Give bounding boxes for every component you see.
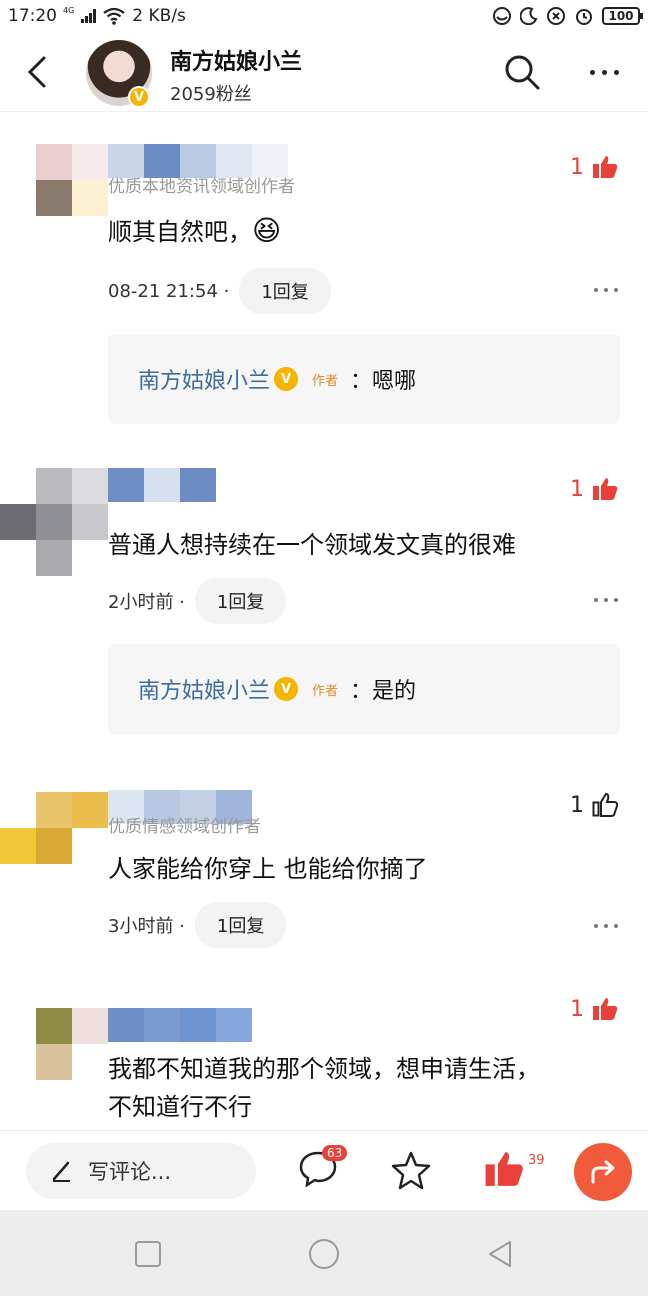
write-comment-placeholder: 写评论... [88, 1160, 172, 1184]
eye-comfort-icon [493, 7, 511, 25]
alarm-icon [576, 9, 592, 25]
recent-apps-icon[interactable] [132, 1238, 164, 1270]
back-nav-icon[interactable] [484, 1238, 516, 1270]
reply-author-name[interactable]: 南方姑娘小兰 [138, 673, 270, 705]
verified-badge-icon: V [128, 86, 150, 108]
comment-meta: 08-21 21:54 · 1回复 [108, 268, 331, 314]
share-icon [591, 1160, 615, 1184]
comment-text: 我都不知道我的那个领域，想申请生活， 不知道行不行 [108, 1055, 540, 1121]
write-comment-input[interactable]: 写评论... [26, 1143, 256, 1199]
share-button[interactable] [574, 1143, 632, 1201]
reply-author-name[interactable]: 南方姑娘小兰 [138, 363, 270, 395]
like-button[interactable]: 1 [570, 154, 618, 180]
comment-more-icon[interactable] [594, 288, 618, 292]
verified-badge-icon: V [274, 367, 299, 391]
comment-button[interactable]: 63 [298, 1145, 348, 1193]
verified-badge-icon: V [274, 677, 299, 701]
commenter-title: 优质情感领域创作者 [108, 817, 261, 837]
comment-time: 2小时前 · [108, 592, 185, 613]
comment-more-icon[interactable] [594, 598, 618, 602]
back-icon[interactable] [20, 54, 56, 90]
star-icon [391, 1151, 431, 1190]
reply-text: ：嗯哪 [350, 369, 417, 394]
like-article-button[interactable]: 39 [484, 1149, 545, 1193]
like-count: 1 [570, 792, 584, 818]
moon-icon [520, 7, 538, 25]
reply-count-button[interactable]: 1回复 [194, 902, 287, 948]
like-count: 1 [570, 476, 584, 502]
reply-count-button[interactable]: 1回复 [194, 578, 287, 624]
commenter-avatar[interactable] [0, 1008, 108, 1080]
commenter-name[interactable] [108, 468, 216, 502]
network-tag: 4G [63, 6, 75, 15]
comment-item: 优质本地资讯领域创作者 1 顺其自然吧，😆 08-21 21:54 · 1回复 … [0, 112, 648, 432]
search-icon[interactable] [502, 52, 542, 92]
comment-text: 顺其自然吧，😆 [108, 214, 282, 247]
reply-text: ：是的 [350, 679, 417, 704]
network-speed: 2 KB/s [132, 6, 186, 26]
home-icon[interactable] [308, 1238, 340, 1270]
status-bar: 17:20 4G 2 KB/s 100 [0, 0, 648, 32]
status-time: 17:20 [8, 6, 57, 26]
comment-time: 3小时前 · [108, 916, 185, 937]
thumb-up-icon [593, 998, 618, 1020]
comment-more-icon[interactable] [594, 924, 618, 928]
comment-item: 1 普通人想持续在一个领域发文真的很难 2小时前 · 1回复 南方姑娘小兰 V … [0, 432, 648, 762]
comment-item: 优质情感领域创作者 1 人家能给你穿上 也能给你摘了 3小时前 · 1回复 [0, 762, 648, 972]
comment-meta: 3小时前 · 1回复 [108, 902, 287, 948]
fans-count: 2059粉丝 [170, 84, 252, 105]
battery-indicator: 100 [602, 7, 643, 25]
like-button[interactable]: 1 [570, 792, 618, 818]
like-button[interactable]: 1 [570, 996, 618, 1022]
sound-icon [547, 7, 565, 25]
like-count: 1 [570, 154, 584, 180]
like-count: 1 [570, 996, 584, 1022]
comment-count-badge: 63 [322, 1145, 348, 1161]
signal-icon [81, 9, 97, 23]
author-name[interactable]: 南方姑娘小兰 [170, 44, 302, 76]
pencil-icon [52, 1161, 70, 1182]
profile-header: V 南方姑娘小兰 2059粉丝 [0, 32, 648, 112]
author-tag: 作者 [312, 683, 339, 699]
commenter-avatar[interactable] [36, 144, 108, 216]
thumb-up-icon [593, 478, 618, 500]
favorite-button[interactable] [390, 1149, 434, 1193]
bottom-action-bar: 写评论... 63 39 [0, 1130, 648, 1210]
thumb-up-icon [592, 792, 618, 817]
more-icon[interactable] [582, 52, 626, 92]
thumb-up-icon [593, 156, 618, 178]
commenter-avatar[interactable] [0, 792, 108, 864]
author-reply[interactable]: 南方姑娘小兰 V 作者 ：嗯哪 [108, 334, 620, 424]
reply-count-button[interactable]: 1回复 [239, 268, 331, 314]
comment-meta: 2小时前 · 1回复 [108, 578, 287, 624]
wifi-icon [103, 7, 125, 25]
laughing-emoji-icon: 😆 [252, 214, 282, 247]
comment-item: 1 我都不知道我的那个领域，想申请生活， 不知道行不行 [0, 972, 648, 1130]
like-button[interactable]: 1 [570, 476, 618, 502]
comment-time: 08-21 21:54 · [108, 280, 230, 302]
comment-text: 人家能给你穿上 也能给你摘了 [108, 855, 428, 883]
system-nav-bar [0, 1210, 648, 1296]
commenter-title: 优质本地资讯领域创作者 [108, 177, 295, 197]
commenter-avatar[interactable] [0, 468, 108, 576]
commenter-name[interactable] [108, 1008, 252, 1042]
author-tag: 作者 [312, 373, 339, 389]
comment-text: 普通人想持续在一个领域发文真的很难 [108, 531, 516, 559]
article-like-count: 39 [528, 1153, 545, 1168]
author-avatar[interactable]: V [86, 40, 152, 108]
thumb-up-icon [485, 1152, 523, 1186]
author-reply[interactable]: 南方姑娘小兰 V 作者 ：是的 [108, 644, 620, 734]
